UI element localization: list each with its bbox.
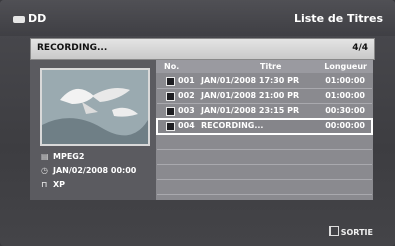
empty-row: [157, 135, 372, 150]
disc-drive-icon: [13, 16, 25, 23]
footer: SORTIE: [0, 208, 395, 246]
table-row-selected[interactable]: 004 RECORDING... 00:00:00: [156, 118, 373, 135]
row-length: 00:30:00: [325, 106, 365, 115]
exit-button[interactable]: SORTIE: [328, 226, 373, 237]
row-checkbox[interactable]: [166, 92, 175, 101]
row-title: JAN/01/2008 21:00 PR: [201, 91, 300, 100]
row-checkbox[interactable]: [166, 122, 175, 131]
lock-icon: ⊓: [41, 180, 48, 189]
exit-icon: [328, 226, 339, 236]
screen-title: Liste de Titres: [293, 12, 383, 25]
format-info: ▤ MPEG2: [41, 152, 85, 161]
row-length: 01:00:00: [325, 76, 365, 85]
status-bar: RECORDING... 4/4: [30, 38, 375, 60]
table-row[interactable]: 002 JAN/01/2008 21:00 PR 01:00:00: [157, 89, 372, 104]
empty-row: [157, 150, 372, 165]
row-length: 01:00:00: [325, 91, 365, 100]
row-checkbox[interactable]: [166, 77, 175, 86]
column-no: No.: [164, 62, 180, 71]
device-label: DD: [28, 12, 47, 25]
title-list-screen: DD Liste de Titres RECORDING... 4/4 ▤ MPE…: [0, 0, 395, 246]
film-strip-icon: ▤: [41, 152, 49, 161]
title-table: No. Titre Longueur 001 JAN/01/2008 17:30…: [156, 60, 373, 200]
video-thumbnail: [40, 68, 150, 146]
recording-status: RECORDING...: [37, 43, 108, 53]
table-header: No. Titre Longueur: [156, 60, 373, 73]
empty-row: [157, 165, 372, 180]
column-length: Longueur: [324, 62, 367, 71]
table-row[interactable]: 001 JAN/01/2008 17:30 PR 01:00:00: [157, 74, 372, 89]
row-number: 003: [178, 106, 195, 115]
row-length: 00:00:00: [325, 121, 365, 130]
clock-icon: ◷: [41, 166, 48, 175]
column-title: Titre: [260, 62, 282, 71]
empty-row: [157, 180, 372, 195]
quality-info: ⊓ XP: [41, 180, 66, 189]
row-title: JAN/01/2008 17:30 PR: [201, 76, 300, 85]
datetime-info: ◷ JAN/02/2008 00:00: [41, 166, 137, 175]
info-panel: ▤ MPEG2 ◷ JAN/02/2008 00:00 ⊓ XP: [30, 60, 156, 200]
top-bar: DD Liste de Titres: [0, 0, 395, 36]
row-title: RECORDING...: [201, 121, 264, 130]
page-indicator: 4/4: [352, 43, 368, 53]
row-number: 004: [178, 121, 195, 130]
table-row[interactable]: 003 JAN/01/2008 23:15 PR 00:30:00: [157, 104, 372, 119]
row-number: 002: [178, 91, 195, 100]
row-title: JAN/01/2008 23:15 PR: [201, 106, 300, 115]
row-checkbox[interactable]: [166, 107, 175, 116]
row-number: 001: [178, 76, 195, 85]
